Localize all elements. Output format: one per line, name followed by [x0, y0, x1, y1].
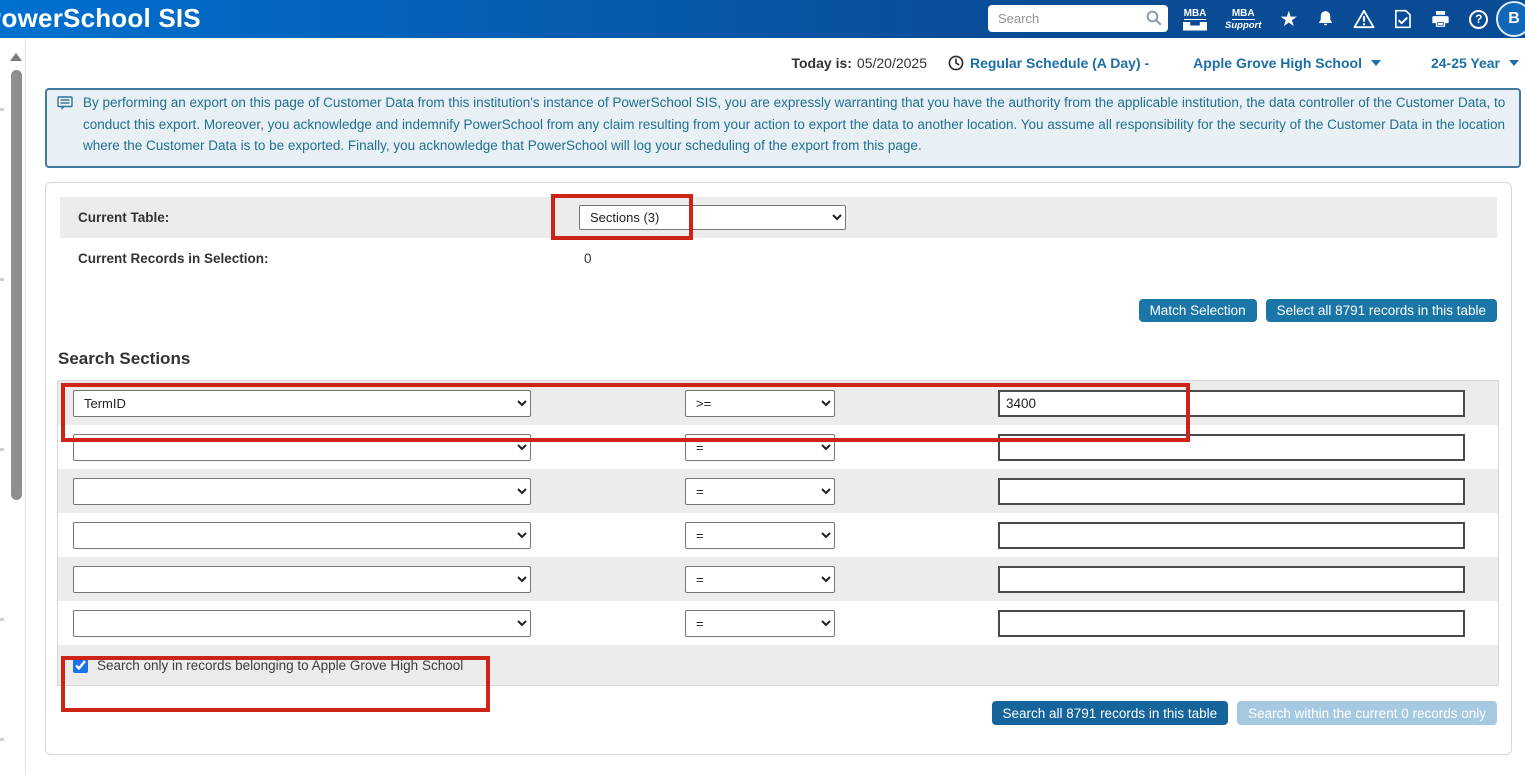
help-icon[interactable]: ? [1469, 10, 1488, 29]
search-row-1: TermID >= [58, 381, 1498, 425]
search-row-2: = [58, 425, 1498, 469]
export-warning-text: By performing an export on this page of … [83, 95, 1505, 153]
mba-tray-glyph [1183, 22, 1207, 31]
scrollbar-thumb[interactable] [11, 70, 22, 500]
search-row-5: = [58, 557, 1498, 601]
current-records-value: 0 [584, 251, 592, 266]
current-table-select[interactable]: Sections (3) [579, 205, 846, 230]
clock-icon[interactable] [948, 55, 964, 71]
header-icon-group: MBA MBA Support ★ [1183, 0, 1488, 38]
collapsed-menu-mark [0, 278, 4, 281]
search-row-4: = [58, 513, 1498, 557]
app-logo[interactable]: PowerSchool SIS [0, 3, 201, 34]
value-input-1[interactable] [998, 390, 1465, 417]
search-row-3: = [58, 469, 1498, 513]
notifications-bell-icon[interactable] [1316, 9, 1335, 29]
operator-select-4[interactable]: = [685, 522, 835, 549]
mba-support-icon[interactable]: MBA Support [1225, 8, 1261, 31]
operator-select-6[interactable]: = [685, 610, 835, 637]
search-sections-title: Search Sections [58, 349, 1497, 369]
field-select-4[interactable] [73, 522, 531, 549]
school-filter-checkbox[interactable] [73, 658, 88, 673]
collapsed-menu-mark [0, 108, 4, 111]
top-header-bar: PowerSchool SIS MBA MBA Support ★ [0, 0, 1525, 38]
operator-select-5[interactable]: = [685, 566, 835, 593]
match-selection-button[interactable]: Match Selection [1139, 299, 1257, 322]
search-all-button[interactable]: Search all 8791 records in this table [992, 701, 1229, 725]
value-input-5[interactable] [998, 566, 1465, 593]
current-records-label: Current Records in Selection: [78, 251, 579, 266]
today-label: Today is: [791, 55, 851, 71]
field-select-2[interactable] [73, 434, 531, 461]
current-table-row: Current Table: Sections (3) [60, 197, 1497, 238]
printer-icon[interactable] [1430, 9, 1451, 29]
current-table-label: Current Table: [78, 210, 579, 225]
scroll-up-arrow[interactable] [10, 53, 22, 61]
chevron-down-icon [1509, 60, 1519, 66]
search-icon[interactable] [1145, 9, 1163, 27]
field-select-6[interactable] [73, 610, 531, 637]
dde-main-panel: Current Table: Sections (3) Current Reco… [45, 182, 1512, 755]
left-rail [0, 38, 26, 775]
global-search [988, 5, 1168, 32]
search-within-button[interactable]: Search within the current 0 records only [1237, 701, 1497, 725]
collapsed-menu-mark [0, 448, 4, 451]
search-buttons: Search all 8791 records in this table Se… [60, 701, 1497, 725]
today-date: 05/20/2025 [857, 55, 927, 71]
powerschool-page: PowerSchool SIS MBA MBA Support ★ [0, 0, 1525, 775]
chevron-down-icon [1371, 60, 1381, 66]
search-row-6: = [58, 601, 1498, 645]
value-input-3[interactable] [998, 478, 1465, 505]
select-all-records-button[interactable]: Select all 8791 records in this table [1266, 299, 1497, 322]
selection-buttons: Match Selection Select all 8791 records … [60, 299, 1497, 322]
current-records-row: Current Records in Selection: 0 [60, 238, 1497, 278]
alerts-warning-icon[interactable] [1353, 9, 1375, 29]
operator-select-2[interactable]: = [685, 434, 835, 461]
operator-select-3[interactable]: = [685, 478, 835, 505]
field-select-1[interactable]: TermID [73, 390, 531, 417]
value-input-4[interactable] [998, 522, 1465, 549]
school-filter-row: Search only in records belonging to Appl… [58, 645, 1498, 685]
search-criteria-table: TermID >= = [57, 380, 1499, 686]
favorites-star-icon[interactable]: ★ [1279, 9, 1298, 30]
value-input-6[interactable] [998, 610, 1465, 637]
search-input[interactable] [988, 5, 1168, 32]
operator-select-1[interactable]: >= [685, 390, 835, 417]
collapsed-menu-mark [0, 618, 4, 621]
mba-icon[interactable]: MBA [1183, 8, 1207, 31]
collapsed-menu-mark [0, 738, 4, 741]
user-avatar[interactable]: B [1496, 1, 1525, 37]
term-selector[interactable]: 24-25 Year [1431, 55, 1519, 71]
export-warning-banner: By performing an export on this page of … [45, 88, 1521, 168]
field-select-3[interactable] [73, 478, 531, 505]
school-filter-label: Search only in records belonging to Appl… [97, 658, 463, 673]
school-selector[interactable]: Apple Grove High School [1193, 55, 1381, 71]
notice-bubble-icon [57, 96, 73, 111]
value-input-2[interactable] [998, 434, 1465, 461]
reports-check-icon[interactable] [1393, 9, 1412, 29]
bell-schedule-link[interactable]: Regular Schedule (A Day) - [970, 55, 1149, 71]
field-select-5[interactable] [73, 566, 531, 593]
context-bar: Today is: 05/20/2025 Regular Schedule (A… [26, 38, 1525, 88]
